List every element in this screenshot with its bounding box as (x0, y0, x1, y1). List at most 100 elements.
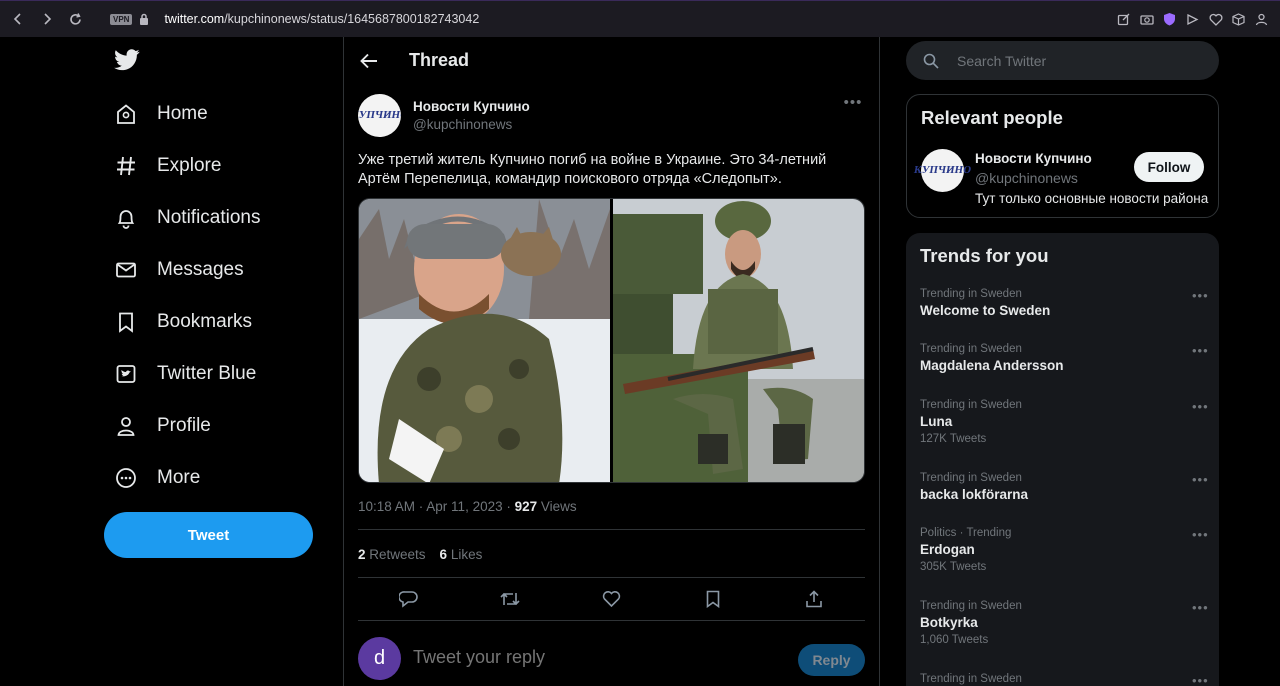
main-nav: Home Explore Notifications Messages Book… (104, 88, 334, 504)
trend-name: Magdalena Andersson (920, 358, 1064, 373)
divider (358, 529, 865, 530)
nav-profile[interactable]: Profile (104, 400, 334, 452)
retweet-icon[interactable] (498, 587, 522, 611)
trend-context: Trending in Sweden (920, 288, 1022, 300)
address-bar[interactable]: twitter.com/kupchinonews/status/16456878… (164, 12, 479, 26)
nav-notifications[interactable]: Notifications (104, 192, 334, 244)
nav-home[interactable]: Home (104, 88, 334, 140)
tweet-photo-2[interactable] (612, 199, 864, 482)
more-options-icon[interactable]: ••• (1192, 399, 1210, 414)
trend-item[interactable]: Trending in Sweden Luna 127K Tweets ••• (920, 399, 1210, 445)
hashtag-icon (114, 154, 138, 178)
reply-button[interactable]: Reply (798, 644, 865, 676)
trends-card: Trends for you Trending in Sweden Welcom… (906, 233, 1219, 686)
browser-toolbar: VPN twitter.com/kupchinonews/status/1645… (0, 0, 1280, 37)
envelope-icon (114, 258, 138, 282)
tweet-photo-1[interactable] (359, 199, 611, 482)
trend-item[interactable]: Trending in Sweden backa lokförarna ••• (920, 472, 1210, 502)
views-label: Views (537, 499, 577, 514)
more-options-icon[interactable]: ••• (1192, 673, 1210, 686)
trend-item[interactable]: Politics · Trending Erdogan 305K Tweets … (920, 527, 1210, 573)
user-avatar[interactable]: d (358, 637, 401, 680)
tweet-meta: 10:18 AM · Apr 11, 2023 · 927 Views (358, 499, 577, 514)
trend-context: Trending in Sweden (920, 343, 1022, 355)
nav-bookmarks-label: Bookmarks (157, 311, 253, 332)
search-bar[interactable]: Search Twitter (906, 41, 1219, 80)
trend-count: 1,060 Tweets (920, 634, 989, 646)
tweet-button[interactable]: Tweet (104, 512, 313, 558)
page-title: Thread (409, 50, 470, 70)
nav-more[interactable]: More (104, 452, 334, 504)
account-icon[interactable] (1253, 7, 1270, 31)
reply-input[interactable] (413, 647, 773, 668)
more-options-icon[interactable]: ••• (1192, 600, 1210, 615)
author-name[interactable]: Новости Купчино (413, 99, 530, 114)
twitter-bird-icon[interactable] (114, 49, 140, 73)
retweets-count: 2 (358, 547, 366, 562)
shield-icon[interactable] (1161, 7, 1178, 31)
tweet-text: Уже третий житель Купчино погиб на войне… (358, 151, 868, 189)
like-icon[interactable] (599, 587, 623, 611)
nav-twitter-blue[interactable]: Twitter Blue (104, 348, 334, 400)
author-handle[interactable]: @kupchinonews (413, 117, 512, 132)
back-nav-icon[interactable] (3, 4, 32, 34)
trend-name: backa lokförarna (920, 487, 1029, 502)
more-options-icon[interactable]: ••• (1192, 343, 1210, 358)
forward-nav-icon[interactable] (32, 4, 61, 34)
person-name[interactable]: Новости Купчино (975, 151, 1092, 166)
more-options-icon[interactable]: ••• (1192, 472, 1210, 487)
follow-button[interactable]: Follow (1134, 152, 1204, 182)
trend-item[interactable]: Trending in Sweden ••• (920, 673, 1210, 686)
camera-icon[interactable] (1138, 7, 1155, 31)
back-arrow-icon[interactable] (359, 51, 379, 71)
relevant-people-card: Relevant people КУПЧИНО Новости Купчино … (906, 94, 1219, 218)
heart-outline-icon[interactable] (1207, 7, 1224, 31)
trend-item[interactable]: Trending in Sweden Welcome to Sweden ••• (920, 288, 1210, 318)
likes-label: Likes (447, 547, 483, 562)
views-count: 927 (514, 499, 538, 514)
nav-home-label: Home (157, 103, 208, 124)
trend-context: Trending in Sweden (920, 399, 1022, 411)
box-icon[interactable] (1230, 7, 1247, 31)
likes-stat[interactable]: 6 Likes (440, 547, 483, 562)
reload-icon[interactable] (61, 4, 90, 34)
edit-share-icon[interactable] (1115, 7, 1132, 31)
relevant-people-title: Relevant people (921, 107, 1063, 128)
bell-icon (114, 206, 138, 230)
trend-count: 127K Tweets (920, 433, 987, 445)
tweet-actions (358, 587, 865, 611)
nav-messages[interactable]: Messages (104, 244, 334, 296)
person-avatar[interactable]: КУПЧИНО (914, 149, 971, 192)
bookmark-action-icon[interactable] (701, 587, 725, 611)
divider (358, 577, 865, 578)
search-input[interactable]: Search Twitter (957, 53, 1046, 69)
trend-context: Politics · Trending (920, 527, 1012, 539)
author-avatar[interactable]: КУПЧИНО (358, 94, 401, 137)
lock-icon[interactable] (139, 13, 149, 25)
nav-messages-label: Messages (157, 259, 244, 280)
nav-notifications-label: Notifications (157, 207, 261, 228)
person-icon (114, 414, 138, 438)
more-options-icon[interactable]: ••• (1192, 288, 1210, 303)
nav-bookmarks[interactable]: Bookmarks (104, 296, 334, 348)
more-options-icon[interactable]: ••• (1192, 527, 1210, 542)
trend-item[interactable]: Trending in Sweden Botkyrka 1,060 Tweets… (920, 600, 1210, 646)
trend-context: Trending in Sweden (920, 673, 1022, 685)
trend-item[interactable]: Trending in Sweden Magdalena Andersson •… (920, 343, 1210, 373)
person-handle[interactable]: @kupchinonews (975, 170, 1078, 186)
tweet-timestamp[interactable]: 10:18 AM · Apr 11, 2023 · (358, 499, 515, 514)
more-options-icon[interactable]: ••• (843, 94, 863, 114)
share-icon[interactable] (802, 587, 826, 611)
vpn-badge[interactable]: VPN (110, 13, 133, 25)
tweet-author: КУПЧИНО Новости Купчино @kupchinonews ••… (358, 94, 865, 138)
reply-icon[interactable] (397, 587, 421, 611)
trend-count: 305K Tweets (920, 561, 987, 573)
nav-explore[interactable]: Explore (104, 140, 334, 192)
retweets-stat[interactable]: 2 Retweets (358, 547, 426, 562)
trend-name: Welcome to Sweden (920, 303, 1051, 318)
thread-header: Thread (344, 37, 879, 84)
more-circle-icon (114, 466, 138, 490)
play-icon[interactable] (1184, 7, 1201, 31)
search-icon (923, 53, 939, 69)
nav-profile-label: Profile (157, 415, 211, 436)
